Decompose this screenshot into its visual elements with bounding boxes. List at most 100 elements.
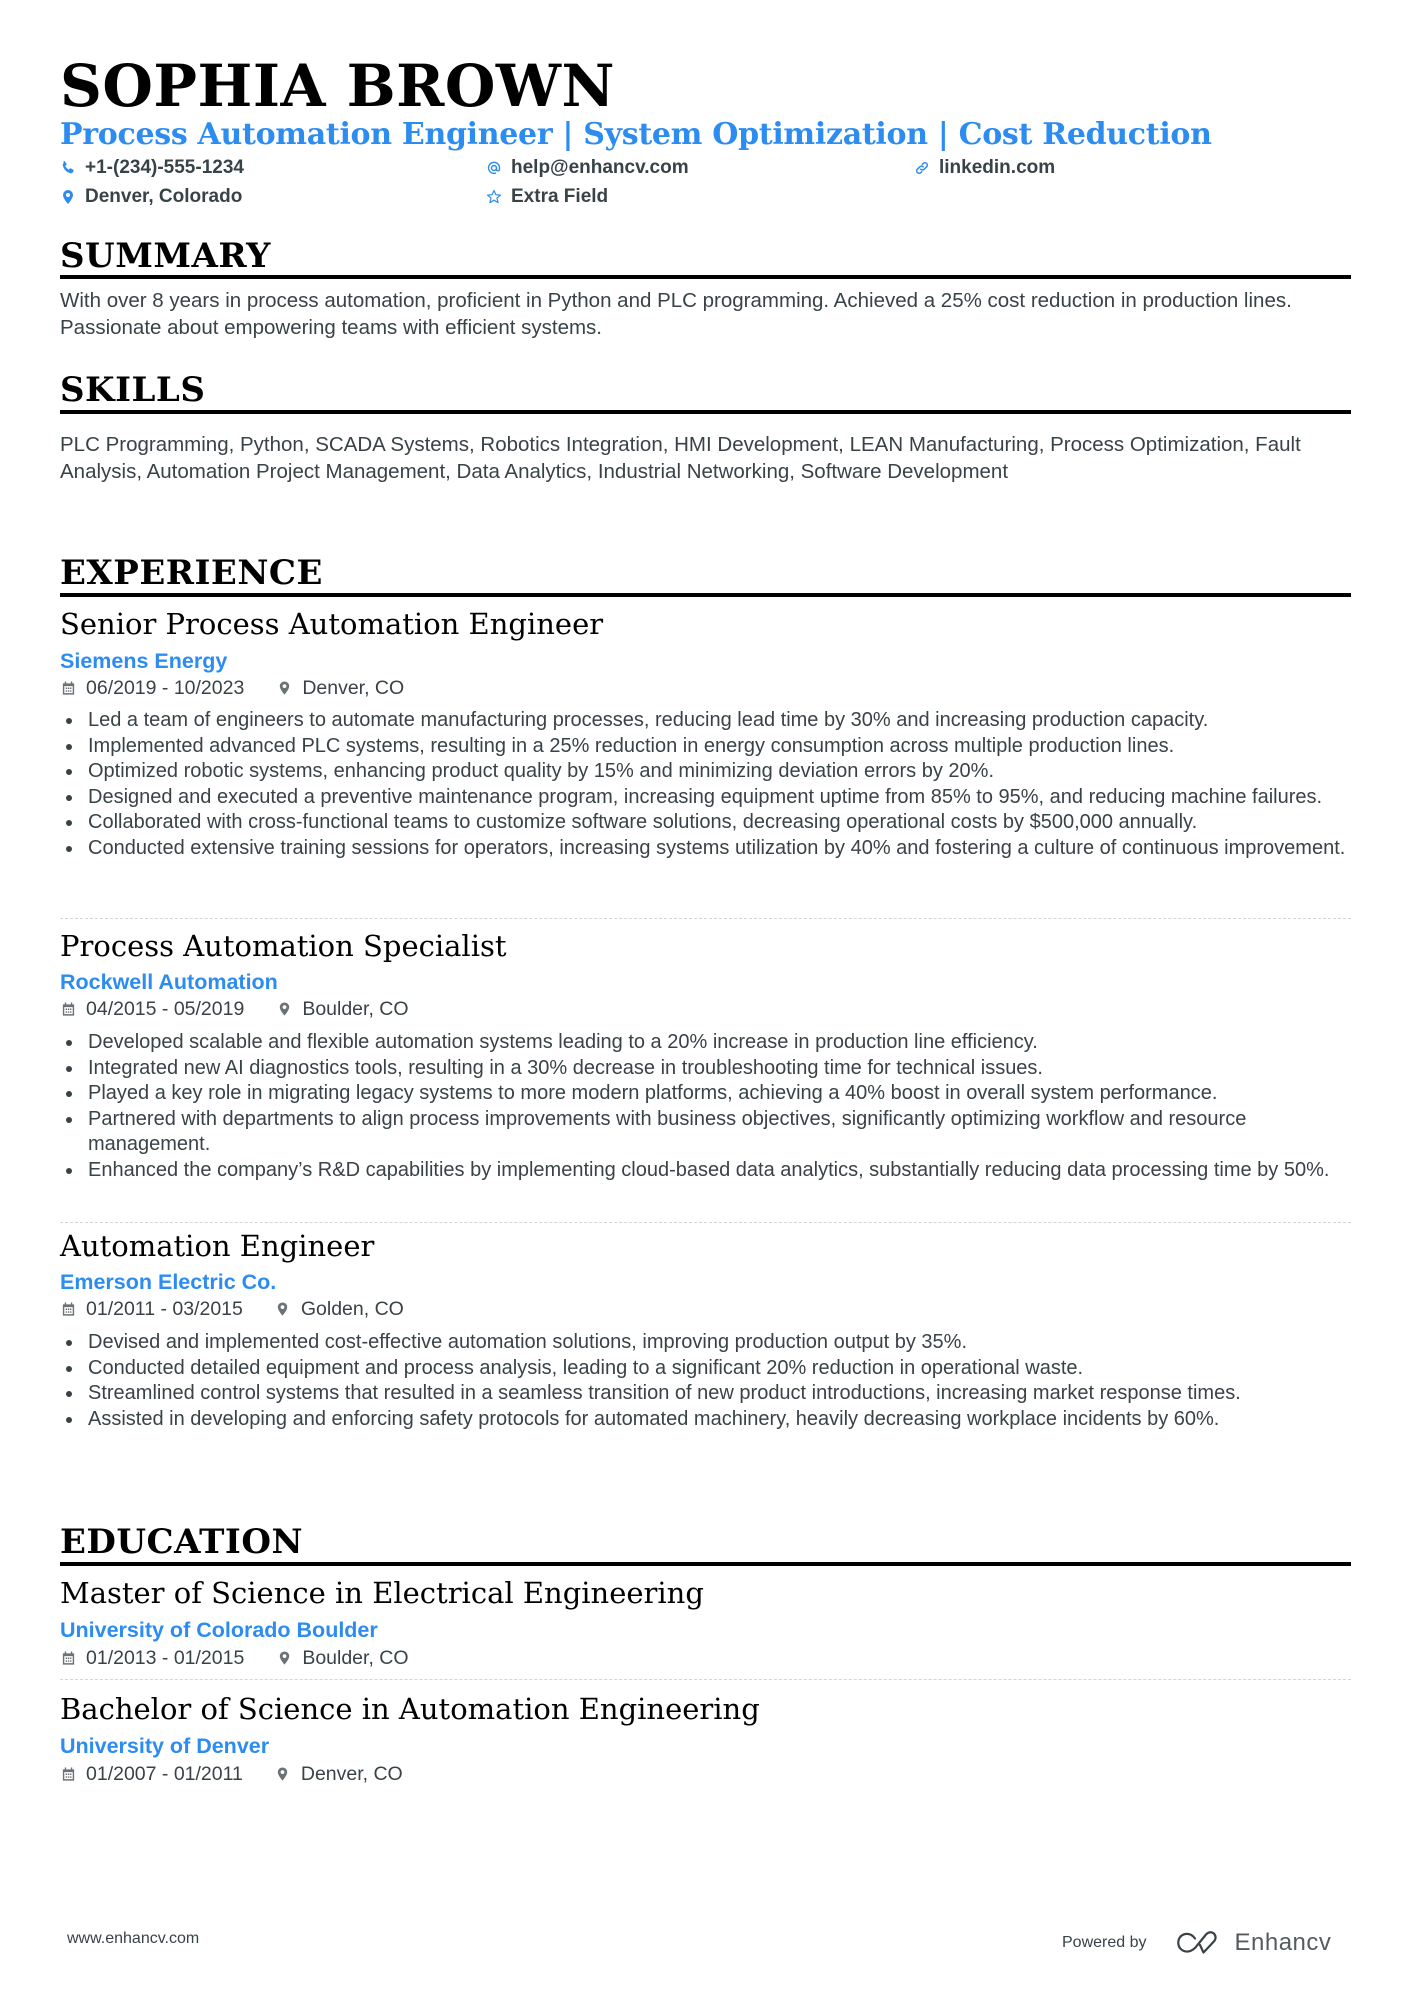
candidate-name: SOPHIA BROWN	[60, 52, 616, 120]
entry-divider	[60, 918, 1351, 919]
bullet-icon	[66, 1416, 72, 1423]
bullet-icon	[66, 794, 72, 801]
bullet-icon	[66, 1040, 72, 1046]
list-item: Collaborated with cross-functional teams…	[60, 810, 1351, 836]
calendar-icon	[60, 679, 76, 697]
link-icon	[914, 159, 930, 177]
bullet-icon	[66, 1167, 72, 1174]
list-item: Designed and executed a preventive maint…	[60, 785, 1351, 811]
list-item: Integrated new AI diagnostics tools, res…	[60, 1056, 1351, 1082]
enhancv-logo-icon	[1175, 1930, 1227, 1956]
list-item: Enhanced the company’s R&D capabilities …	[60, 1158, 1351, 1184]
skills-text: PLC Programming, Python, SCADA Systems, …	[60, 433, 1301, 483]
calendar-icon	[60, 1765, 76, 1783]
calendar-icon	[60, 1300, 76, 1318]
company-name: Rockwell Automation	[60, 970, 278, 994]
job-dates: 06/2019 - 10/2023	[86, 677, 245, 699]
job-title: Senior Process Automation Engineer	[60, 607, 604, 641]
section-rule	[60, 410, 1351, 414]
contact-extra: Extra Field	[486, 185, 608, 209]
section-rule	[60, 275, 1351, 279]
section-title-education: EDUCATION	[60, 1522, 304, 1562]
location-pin-icon	[276, 1000, 292, 1018]
contact-location: Denver, Colorado	[60, 185, 242, 209]
phone-icon	[60, 159, 76, 177]
section-title-summary: SUMMARY	[60, 236, 271, 276]
location-pin-icon	[275, 1765, 291, 1783]
education-meta: 01/2013 - 01/2015 Boulder, CO	[60, 1645, 409, 1671]
list-item: Developed scalable and flexible automati…	[60, 1030, 1351, 1056]
job-bullets: Developed scalable and flexible automati…	[60, 1030, 1351, 1184]
education-meta: 01/2007 - 01/2011 Denver, CO	[60, 1761, 403, 1787]
list-item: Devised and implemented cost-effective a…	[60, 1330, 1351, 1356]
section-rule	[60, 593, 1351, 597]
job-bullets: Devised and implemented cost-effective a…	[60, 1330, 1351, 1432]
bullet-icon	[66, 1365, 72, 1372]
location-pin-icon	[276, 679, 292, 697]
star-icon	[486, 188, 502, 206]
section-rule	[60, 1562, 1351, 1566]
at-icon	[486, 159, 502, 177]
contact-email[interactable]: help@enhancv.com	[486, 156, 689, 180]
list-item: Played a key role in migrating legacy sy…	[60, 1081, 1351, 1107]
contact-linkedin[interactable]: linkedin.com	[914, 156, 1055, 180]
school-name: University of Colorado Boulder	[60, 1618, 378, 1642]
bullet-icon	[66, 1340, 72, 1346]
degree-title: Bachelor of Science in Automation Engine…	[60, 1692, 760, 1726]
education-dates: 01/2007 - 01/2011	[86, 1763, 243, 1785]
entry-divider	[60, 1679, 1351, 1680]
bullet-icon	[66, 820, 72, 827]
powered-by-label: Powered by	[1062, 1934, 1147, 1951]
location-pin-icon	[60, 188, 76, 206]
list-item: Streamlined control systems that resulte…	[60, 1381, 1351, 1407]
list-item: Optimized robotic systems, enhancing pro…	[60, 759, 1351, 785]
job-location: Denver, CO	[302, 677, 405, 699]
list-item: Conducted detailed equipment and process…	[60, 1356, 1351, 1382]
job-bullets: Led a team of engineers to automate manu…	[60, 708, 1351, 862]
phone-text: +1-(234)-555-1234	[85, 157, 244, 178]
education-location: Denver, CO	[300, 1763, 403, 1785]
job-title: Automation Engineer	[60, 1229, 375, 1263]
enhancv-brand: Enhancv	[1234, 1929, 1332, 1956]
calendar-icon	[60, 1649, 76, 1667]
job-dates: 01/2011 - 03/2015	[86, 1298, 243, 1320]
bullet-icon	[66, 743, 72, 750]
bullet-icon	[66, 769, 72, 776]
location-pin-icon	[275, 1300, 291, 1318]
company-name: Siemens Energy	[60, 649, 228, 673]
bullet-icon	[66, 1116, 72, 1123]
calendar-icon	[60, 1000, 76, 1018]
education-dates: 01/2013 - 01/2015	[86, 1647, 245, 1669]
list-item: Partnered with departments to align proc…	[60, 1107, 1351, 1158]
location-pin-icon	[276, 1649, 292, 1667]
headline: Process Automation Engineer | System Opt…	[60, 117, 1212, 152]
contact-phone: +1-(234)-555-1234	[60, 156, 244, 180]
summary-text: With over 8 years in process automation,…	[60, 289, 1292, 339]
entry-divider	[60, 1222, 1351, 1223]
education-location: Boulder, CO	[302, 1647, 409, 1669]
email-link[interactable]: help@enhancv.com	[511, 156, 689, 180]
job-dates: 04/2015 - 05/2019	[86, 998, 245, 1020]
bullet-icon	[66, 1091, 72, 1098]
footer-website-link[interactable]: www.enhancv.com	[67, 1930, 199, 1948]
bullet-icon	[66, 845, 72, 852]
job-title: Process Automation Specialist	[60, 929, 507, 963]
job-location: Boulder, CO	[302, 998, 409, 1020]
job-meta: 06/2019 - 10/2023 Denver, CO	[60, 675, 404, 701]
list-item: Assisted in developing and enforcing saf…	[60, 1407, 1351, 1433]
list-item: Implemented advanced PLC systems, result…	[60, 734, 1351, 760]
bullet-icon	[66, 718, 72, 724]
job-meta: 01/2011 - 03/2015 Golden, CO	[60, 1296, 404, 1322]
job-meta: 04/2015 - 05/2019 Boulder, CO	[60, 996, 409, 1022]
list-item: Led a team of engineers to automate manu…	[60, 708, 1351, 734]
linkedin-link[interactable]: linkedin.com	[939, 156, 1055, 180]
degree-title: Master of Science in Electrical Engineer…	[60, 1576, 704, 1610]
job-location: Golden, CO	[300, 1298, 404, 1320]
list-item: Conducted extensive training sessions fo…	[60, 836, 1351, 862]
powered-by[interactable]: Powered by Enhancv	[1062, 1929, 1331, 1957]
school-name: University of Denver	[60, 1734, 270, 1758]
extra-field-text: Extra Field	[511, 186, 609, 207]
section-title-skills: SKILLS	[60, 370, 206, 410]
location-text: Denver, Colorado	[85, 186, 243, 207]
bullet-icon	[66, 1065, 72, 1072]
